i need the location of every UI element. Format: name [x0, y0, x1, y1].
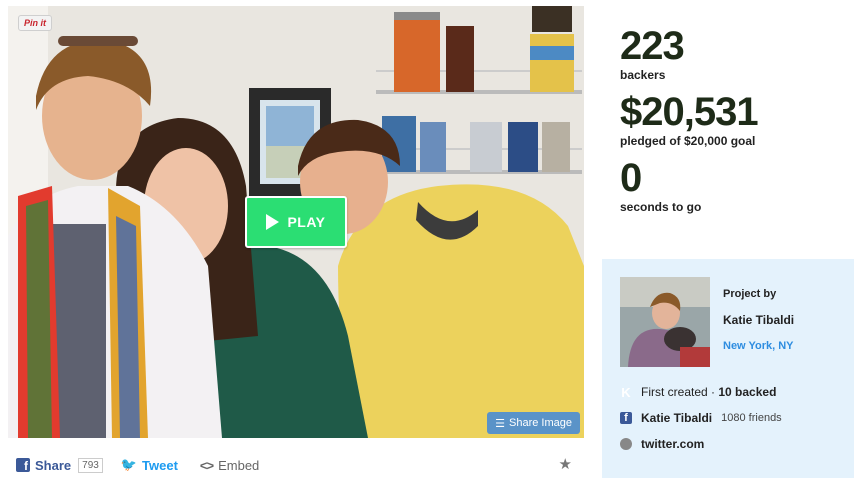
creator-facebook: f Katie Tibaldi 1080 friends [620, 411, 836, 425]
embed-button[interactable]: <> Embed [200, 458, 259, 473]
facebook-share-label: Share [35, 457, 72, 473]
kickstarter-icon: K [621, 384, 631, 400]
pledged-stat: $20,531 pledged of $20,000 goal [620, 90, 759, 148]
backed-count[interactable]: 10 backed [718, 385, 776, 399]
project-stats: 223 backers $20,531 pledged of $20,000 g… [620, 26, 759, 224]
time-count: 0 [620, 156, 642, 200]
layers-icon: ☰ [495, 417, 506, 430]
first-created-label: First created · [641, 385, 719, 399]
share-image-button[interactable]: ☰ Share Image [487, 412, 580, 434]
creator-box: Project by Katie Tibaldi New York, NY K … [602, 259, 854, 478]
twitter-icon: 🐦 [120, 457, 138, 472]
project-video[interactable]: Pin it PLAY ☰ Share Image [8, 6, 584, 438]
backers-label: backers [620, 68, 666, 82]
facebook-friends: 1080 friends [721, 412, 782, 424]
avatar[interactable] [620, 277, 710, 367]
creator-website: twitter.com [620, 437, 836, 451]
facebook-share-button[interactable]: f Share 793 [16, 457, 103, 473]
pinit-button[interactable]: Pin it [18, 15, 52, 31]
play-label: PLAY [287, 214, 326, 230]
play-button[interactable]: PLAY [245, 196, 347, 248]
pledged-label: pledged of $20,000 goal [620, 134, 756, 148]
creator-location[interactable]: New York, NY [723, 340, 794, 352]
time-stat: 0 seconds to go [620, 158, 758, 214]
avatar-image [620, 277, 710, 367]
tweet-label: Tweet [142, 457, 178, 473]
backers-count: 223 [620, 24, 685, 68]
pledged-amount: $20,531 [620, 90, 759, 134]
star-icon[interactable]: ★ [559, 455, 572, 473]
website-link[interactable]: twitter.com [641, 437, 704, 451]
creator-name[interactable]: Katie Tibaldi [723, 313, 794, 327]
share-image-label: Share Image [509, 417, 572, 429]
facebook-icon: f [16, 458, 30, 472]
time-label: seconds to go [620, 200, 702, 214]
embed-icon: <> [199, 457, 214, 473]
facebook-share-count: 793 [78, 457, 103, 473]
share-bar: f Share 793 🐦 Tweet <> Embed ★ [16, 455, 576, 475]
facebook-icon: f [620, 412, 632, 424]
facebook-name[interactable]: Katie Tibaldi [641, 411, 712, 425]
creator-history: K First created · 10 backed [620, 384, 836, 400]
tweet-button[interactable]: 🐦 Tweet [121, 457, 178, 473]
play-icon [266, 214, 280, 230]
embed-label: Embed [218, 457, 260, 473]
globe-icon [620, 438, 632, 450]
backers-stat: 223 backers [620, 26, 758, 82]
project-by-label: Project by [723, 288, 777, 300]
